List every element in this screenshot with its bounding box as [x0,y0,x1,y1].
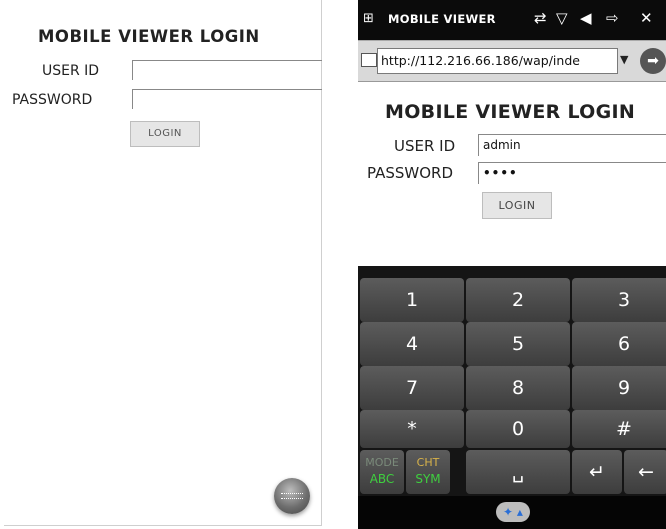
page-title: MOBILE VIEWER LOGIN [38,27,260,46]
data-connection-icon: ⇄ [534,9,547,27]
login-button[interactable]: LOGIN [130,121,200,147]
backspace-icon: ← [638,461,654,483]
user-id-input[interactable]: admin [478,134,666,156]
enter-icon: ↵ [589,461,605,483]
no-signal-icon: ▽ [556,9,568,27]
password-label: PASSWORD [12,92,93,108]
windows-start-icon[interactable]: ⊞ [363,12,379,26]
go-arrow-icon[interactable]: ➡ [640,48,666,74]
key-star[interactable]: * [360,410,464,448]
mode-key-bottom-label: ABC [369,472,395,486]
key-8[interactable]: 8 [466,366,570,410]
page-title: MOBILE VIEWER LOGIN [385,101,636,123]
enter-key[interactable]: ↵ [572,450,622,494]
sym-key-bottom-label: SYM [415,472,441,486]
mode-abc-key[interactable]: MODE ABC [360,450,404,494]
close-icon[interactable]: ✕ [640,10,653,26]
web-page: MOBILE VIEWER LOGIN USER ID admin PASSWO… [358,82,666,266]
speaker-icon: ◀ [580,9,592,27]
space-icon: ␣ [511,461,525,483]
phone-screen: ⊞ MOBILE VIEWER ⇄ ▽ ◀ ⇨ ✕ http://112.216… [358,0,666,529]
user-id-label: USER ID [394,137,456,155]
user-id-input[interactable] [132,60,322,80]
key-2[interactable]: 2 [466,278,570,322]
password-input[interactable]: •••• [478,162,666,184]
address-bar: http://112.216.66.186/wap/inde ▼ ➡ [358,40,666,82]
key-0[interactable]: 0 [466,410,570,448]
keyboard-bubble-icon[interactable] [274,478,310,514]
login-button[interactable]: LOGIN [482,192,552,219]
key-1[interactable]: 1 [360,278,464,322]
app-title: MOBILE VIEWER [388,12,496,26]
key-6[interactable]: 6 [572,322,666,366]
url-input[interactable]: http://112.216.66.186/wap/inde [377,48,618,74]
input-panel-icon[interactable]: ✦ ▴ [496,502,530,522]
battery-charge-icon: ⇨ [606,9,619,27]
backspace-key[interactable]: ← [624,450,666,494]
left-login-screen: MOBILE VIEWER LOGIN USER ID PASSWORD LOG… [4,0,322,526]
mode-key-top-label: MODE [365,456,399,469]
key-3[interactable]: 3 [572,278,666,322]
password-label: PASSWORD [367,164,454,182]
key-7[interactable]: 7 [360,366,464,410]
status-bar: ⊞ MOBILE VIEWER ⇄ ▽ ◀ ⇨ ✕ [358,0,666,40]
key-4[interactable]: 4 [360,322,464,366]
soft-key-bar: ✦ ▴ [358,496,666,529]
key-5[interactable]: 5 [466,322,570,366]
sym-key[interactable]: CHT SYM [406,450,450,494]
page-icon [361,53,377,67]
key-9[interactable]: 9 [572,366,666,410]
password-input[interactable] [132,89,322,109]
sym-key-top-label: CHT [416,456,440,469]
space-key[interactable]: ␣ [466,450,570,494]
on-screen-keypad: 1 2 3 4 5 6 7 8 9 * 0 # MODE ABC CHT SYM… [358,266,666,496]
chevron-down-icon[interactable]: ▼ [620,53,628,66]
key-hash[interactable]: # [572,410,666,448]
user-id-label: USER ID [42,63,100,79]
